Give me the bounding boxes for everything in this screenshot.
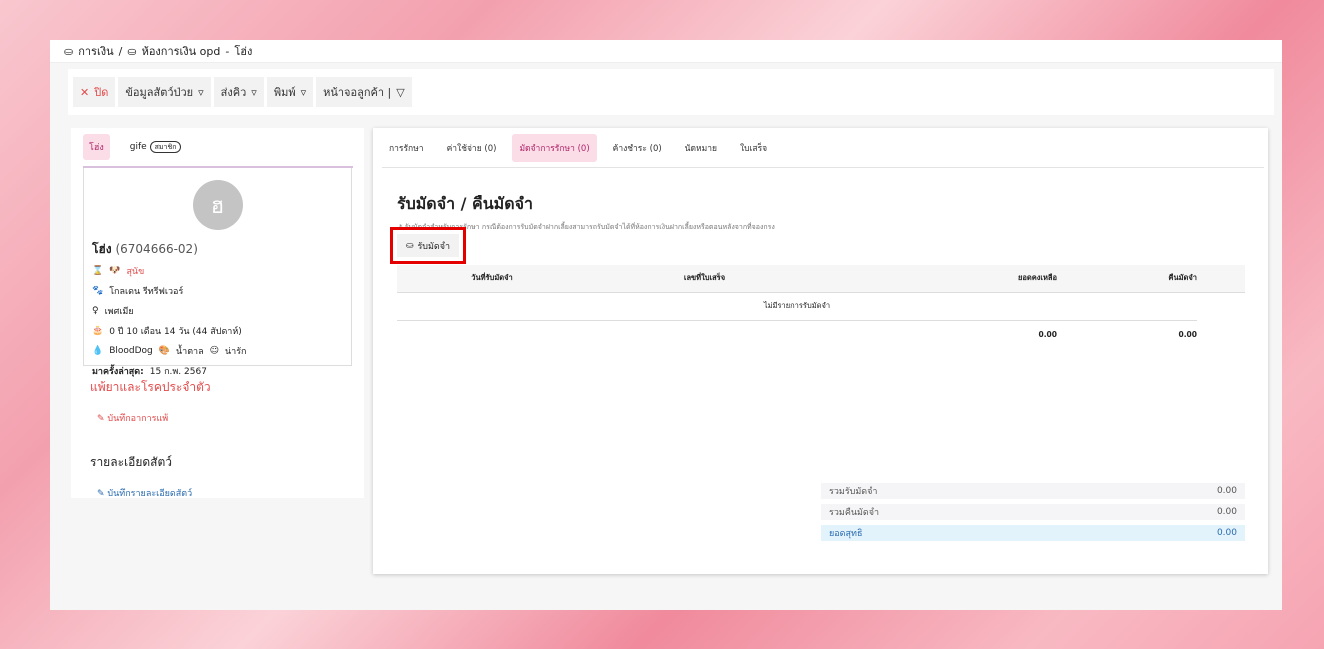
avatar: ฮ [192,180,243,230]
breadcrumb-room[interactable]: ห้องการเงิน opd [142,42,221,60]
breadcrumb: ⛀ การเงิน / ⛀ ห้องการเงิน opd - โฮ่ง [50,40,1282,63]
send-queue-dropdown[interactable]: ส่งคิว ▿ [213,77,264,107]
last-visit: 15 ก.พ. 2567 [149,367,207,377]
deposit-table: วันที่รับมัดจำ เลขที่ใบเสร็จ ยอดคงเหลือ คืน… [397,265,1245,348]
breadcrumb-root[interactable]: การเงิน [78,42,113,60]
total-value: 0.00 [1216,486,1237,496]
blood-type: BloodDog [109,346,153,356]
paw-icon: 🐾 [92,286,104,296]
breadcrumb-separator: - [225,44,230,58]
empty-row: ไม่มีรายการรับมัดจำ [397,292,1197,321]
total-label: รวมคืนมัดจำ [829,508,880,518]
age: 0 ปี 10 เดือน 14 วัน (44 สัปดาห์) [109,327,242,337]
allergy-title: แพ้ยาและโรคประจำตัว [90,380,211,394]
chevron-down-icon: ▿ [300,85,307,99]
tab-owner[interactable]: gife สมาชิก [124,136,188,159]
total-value: 0.00 [1216,507,1237,517]
drop-icon: 💧 [92,346,104,356]
temper: น่ารัก [225,347,247,357]
female-icon: ♀ [92,306,99,316]
last-visit-label: มาครั้งล่าสุด: [92,367,144,377]
palette-icon: 🎨 [158,346,170,356]
highlight-box: ⛀ รับมัดจำ [390,227,466,264]
tab-treatment[interactable]: การรักษา [382,134,431,162]
customer-screen-label: หน้าจอลูกค้า | [323,86,392,99]
col-receipt: เลขที่ใบเสร็จ [587,265,822,293]
chevron-down-icon: ▿ [198,85,204,99]
pet-name: โฮ่ง [92,242,112,256]
pencil-icon: ✎ [97,489,105,499]
col-balance: ยอดคงเหลือ [822,265,1057,293]
add-deposit-label: รับมัดจำ [417,241,451,252]
dog-icon: 🐶 [109,266,121,276]
owner-name: gife [129,141,147,152]
deposit-note: * รับมัดจำสำหรับการรักษา กรณีต้องการรับม… [399,223,775,231]
hourglass-icon: ⌛ [92,266,104,276]
total-returned: รวมคืนมัดจำ 0.00 [821,504,1245,520]
total-received: รวมรับมัดจำ 0.00 [821,483,1245,499]
detail-link[interactable]: ✎ บันทึกรายละเอียดสัตว์ [97,486,364,500]
totals: รวมรับมัดจำ 0.00 รวมคืนมัดจำ 0.00 ยอดสุทธิ… [821,483,1245,546]
chevron-down-icon: ▿ [251,85,257,99]
toolbar: ✕ ปิด ข้อมูลสัตว์ป่วย ▿ ส่งคิว ▿ พิมพ์ ▿ หน้… [68,69,1274,115]
total-net: ยอดสุทธิ 0.00 [821,525,1245,541]
cake-icon: 🎂 [92,326,104,336]
member-badge: สมาชิก [149,140,182,153]
pet-info-dropdown[interactable]: ข้อมูลสัตว์ป่วย ▿ [118,77,211,107]
tab-appointment[interactable]: นัดหมาย [678,134,724,162]
chevron-down-icon: ▽ [396,85,405,99]
pet-code: (6704666-02) [115,242,198,256]
send-queue-label: ส่งคิว [220,86,247,99]
tab-outstanding[interactable]: ค้างชำระ (0) [606,134,669,162]
cashier-icon: ⛀ [127,44,137,58]
species: สุนัข [126,267,145,277]
pencil-icon: ✎ [97,414,105,424]
print-label: พิมพ์ [273,86,296,99]
page-title: รับมัดจำ / คืนมัดจำ [397,194,533,213]
col-date: วันที่รับมัดจำ [397,265,587,293]
breed: โกลเดน รีทรีฟเวอร์ [109,287,184,297]
add-deposit-button[interactable]: ⛀ รับมัดจำ [397,234,459,257]
breadcrumb-patient: โฮ่ง [234,45,253,58]
tab-expenses[interactable]: ค่าใช้จ่าย (0) [440,134,504,162]
deposit-panel: การรักษา ค่าใช้จ่าย (0) มัดจำการรักษา (0… [373,128,1268,574]
pet-card: ฮ โฮ่ง (6704666-02) ⌛ 🐶 สุนัข 🐾 โกลเดน รีทร… [83,168,352,377]
color: น้ำตาล [176,347,204,357]
customer-screen-dropdown[interactable]: หน้าจอลูกค้า | ▽ [316,77,412,107]
allergy-link[interactable]: ✎ บันทึกอาการแพ้ [97,411,364,425]
tab-deposit[interactable]: มัดจำการรักษา (0) [512,133,597,162]
close-button[interactable]: ✕ ปิด [73,77,116,107]
sum-return: 0.00 [1178,329,1197,339]
sex: เพศเมีย [104,307,134,317]
detail-title: รายละเอียดสัตว์ [90,455,173,469]
col-return: คืนมัดจำ [1057,265,1197,293]
close-icon: ✕ [80,85,90,99]
total-label: รวมรับมัดจำ [829,487,878,497]
patient-panel: โฮ่ง gife สมาชิก ฮ โฮ่ง (6704666-02) ⌛ 🐶 สุ… [71,128,364,500]
cashier-icon: ⛀ [405,240,414,251]
tab-receipt[interactable]: ใบเสร็จ [733,134,774,162]
total-label: ยอดสุทธิ [829,529,863,539]
total-value: 0.00 [1216,528,1237,538]
cashier-icon: ⛀ [64,44,74,58]
pet-info-label: ข้อมูลสัตว์ป่วย [125,86,194,99]
app-window: ⛀ การเงิน / ⛀ ห้องการเงิน opd - โฮ่ง ✕ ปิด… [50,40,1282,610]
detail-link-label: บันทึกรายละเอียดสัตว์ [107,489,193,499]
smile-icon: ☺ [209,346,220,356]
allergy-link-label: บันทึกอาการแพ้ [107,414,169,424]
print-dropdown[interactable]: พิมพ์ ▿ [266,77,314,107]
close-label: ปิด [94,86,109,99]
sum-balance: 0.00 [1038,329,1057,339]
tab-pet[interactable]: โฮ่ง [83,134,110,160]
